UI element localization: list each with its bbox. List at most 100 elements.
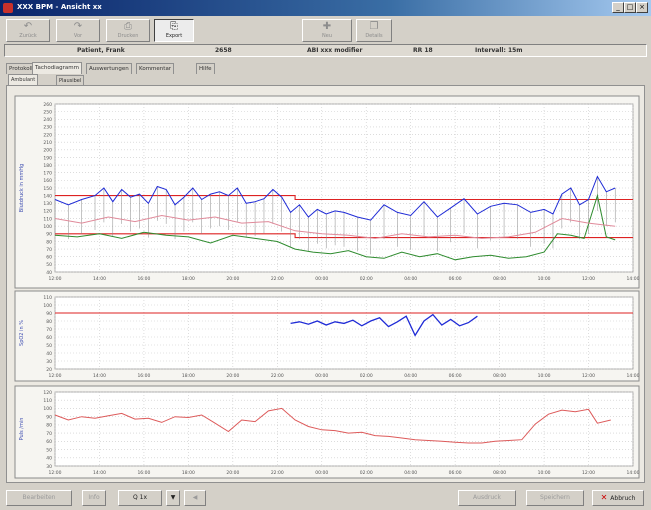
y-tick-label: 210 [43, 140, 52, 146]
y-tick-label: 240 [43, 117, 52, 123]
y-tick-label: 80 [46, 239, 52, 245]
zoom-dropdown-button[interactable]: ▼ [166, 490, 180, 506]
cancel-button[interactable]: ✕ Abbruch [592, 490, 644, 506]
tab-hilfe[interactable]: Hilfe [196, 63, 215, 74]
x-tick-label: 06:00 [449, 470, 462, 476]
x-tick-label: 00:00 [315, 470, 328, 476]
y-tick-label: 120 [43, 390, 52, 396]
forward-icon: ↷ [73, 21, 83, 32]
x-tick-label: 12:00 [582, 470, 595, 476]
cancel-label: Abbruch [610, 495, 636, 502]
toolbar-forward-button[interactable]: ↷ Vor [56, 19, 100, 42]
device-name: ABI xxx modifier [307, 47, 363, 54]
save-button[interactable]: Speichern [526, 490, 584, 506]
x-tick-label: 06:00 [449, 373, 462, 379]
y-tick-label: 90 [46, 311, 52, 317]
y-tick-label: 170 [43, 171, 52, 177]
x-tick-label: 22:00 [271, 373, 284, 379]
zoom-button[interactable]: Q 1x [118, 490, 162, 506]
toolbar-new-button[interactable]: ✚ Neu [302, 19, 352, 42]
y-tick-label: 110 [43, 216, 52, 222]
close-button[interactable]: × [636, 2, 648, 13]
y-tick-label: 110 [43, 295, 52, 301]
x-tick-label: 12:00 [49, 373, 62, 379]
toolbar-print-button[interactable]: ⎙ Drucken [106, 19, 150, 42]
y-tick-label: 40 [46, 351, 52, 357]
info-button[interactable]: Info [82, 490, 106, 506]
x-tick-label: 16:00 [137, 470, 150, 476]
x-tick-label: 20:00 [226, 470, 239, 476]
toolbar-back-label: Zurück [19, 33, 37, 39]
x-tick-label: 10:00 [538, 470, 551, 476]
x-tick-label: 16:00 [137, 373, 150, 379]
x-tick-label: 04:00 [404, 470, 417, 476]
y-tick-label: 80 [46, 319, 52, 325]
x-tick-label: 12:00 [582, 373, 595, 379]
maximize-button[interactable]: □ [624, 2, 636, 13]
x-tick-label: 02:00 [360, 470, 373, 476]
y-tick-label: 260 [43, 102, 52, 108]
toolbar-new-label: Neu [322, 33, 332, 39]
x-tick-label: 10:00 [538, 276, 551, 282]
y-tick-label: 70 [46, 247, 52, 253]
x-tick-label: 22:00 [271, 470, 284, 476]
x-tick-label: 14:00 [93, 373, 106, 379]
title-bar: XXX BPM ‑ Ansicht xx _ □ × [0, 0, 651, 16]
y-tick-label: 70 [46, 431, 52, 437]
y-tick-label: 150 [43, 186, 52, 192]
y-tick-label: 80 [46, 423, 52, 429]
x-tick-label: 14:00 [627, 276, 640, 282]
details-icon: ❐ [369, 21, 379, 32]
x-tick-label: 14:00 [627, 373, 640, 379]
edit-button[interactable]: Bearbeiten [6, 490, 72, 506]
y-tick-label: 230 [43, 125, 52, 131]
toolbar-forward-label: Vor [73, 33, 83, 39]
y-tick-label: 200 [43, 148, 52, 154]
app-icon [3, 3, 13, 13]
y-tick-label: 180 [43, 163, 52, 169]
x-tick-label: 20:00 [226, 276, 239, 282]
toolbar-details-button[interactable]: ❐ Details [356, 19, 392, 42]
x-tick-label: 02:00 [360, 373, 373, 379]
x-tick-label: 10:00 [538, 373, 551, 379]
toolbar-export-button[interactable]: ⎘ Export [154, 19, 194, 42]
patient-id: 2658 [215, 47, 232, 54]
previous-button[interactable]: ◀ [184, 490, 206, 506]
y-tick-label: 140 [43, 193, 52, 199]
x-tick-label: 00:00 [315, 373, 328, 379]
x-tick-label: 12:00 [582, 276, 595, 282]
x-tick-label: 18:00 [182, 276, 195, 282]
y-tick-label: 160 [43, 178, 52, 184]
minimize-button[interactable]: _ [612, 2, 624, 13]
y-tick-label: 30 [46, 359, 52, 365]
y-tick-label: 100 [43, 303, 52, 309]
y-tick-label: 30 [46, 464, 52, 470]
x-tick-label: 14:00 [93, 276, 106, 282]
y-tick-label: 40 [46, 270, 52, 276]
cancel-icon: ✕ [600, 493, 608, 502]
x-tick-label: 08:00 [493, 373, 506, 379]
app-window: XXX BPM ‑ Ansicht xx _ □ × ↶ Zurück ↷ Vo… [0, 0, 651, 510]
y-tick-label: 110 [43, 398, 52, 404]
new-icon: ✚ [322, 21, 332, 32]
y-tick-label: 40 [46, 456, 52, 462]
y-tick-label: 50 [46, 262, 52, 268]
x-tick-label: 08:00 [493, 470, 506, 476]
tab-auswertungen[interactable]: Auswertungen [86, 63, 132, 74]
toolbar-back-button[interactable]: ↶ Zurück [6, 19, 50, 42]
y-tick-label: 50 [46, 343, 52, 349]
x-tick-label: 12:00 [49, 276, 62, 282]
y-tick-label: 60 [46, 255, 52, 261]
x-tick-label: 14:00 [627, 470, 640, 476]
x-tick-label: 16:00 [137, 276, 150, 282]
y-tick-label: 90 [46, 232, 52, 238]
tab-tachodiagramm[interactable]: Tachodiagramm [32, 62, 82, 74]
bottom-button-bar: Bearbeiten Info Q 1x ▼ ◀ Ausdruck Speich… [4, 490, 647, 508]
y-axis-label: Puls /min [19, 418, 25, 441]
x-tick-label: 00:00 [315, 276, 328, 282]
printout-button[interactable]: Ausdruck [458, 490, 516, 506]
patient-name: Patient, Frank [77, 47, 125, 54]
x-tick-label: 06:00 [449, 276, 462, 282]
tab-kommentar[interactable]: Kommentar [136, 63, 175, 74]
plot-area-1 [54, 296, 634, 370]
